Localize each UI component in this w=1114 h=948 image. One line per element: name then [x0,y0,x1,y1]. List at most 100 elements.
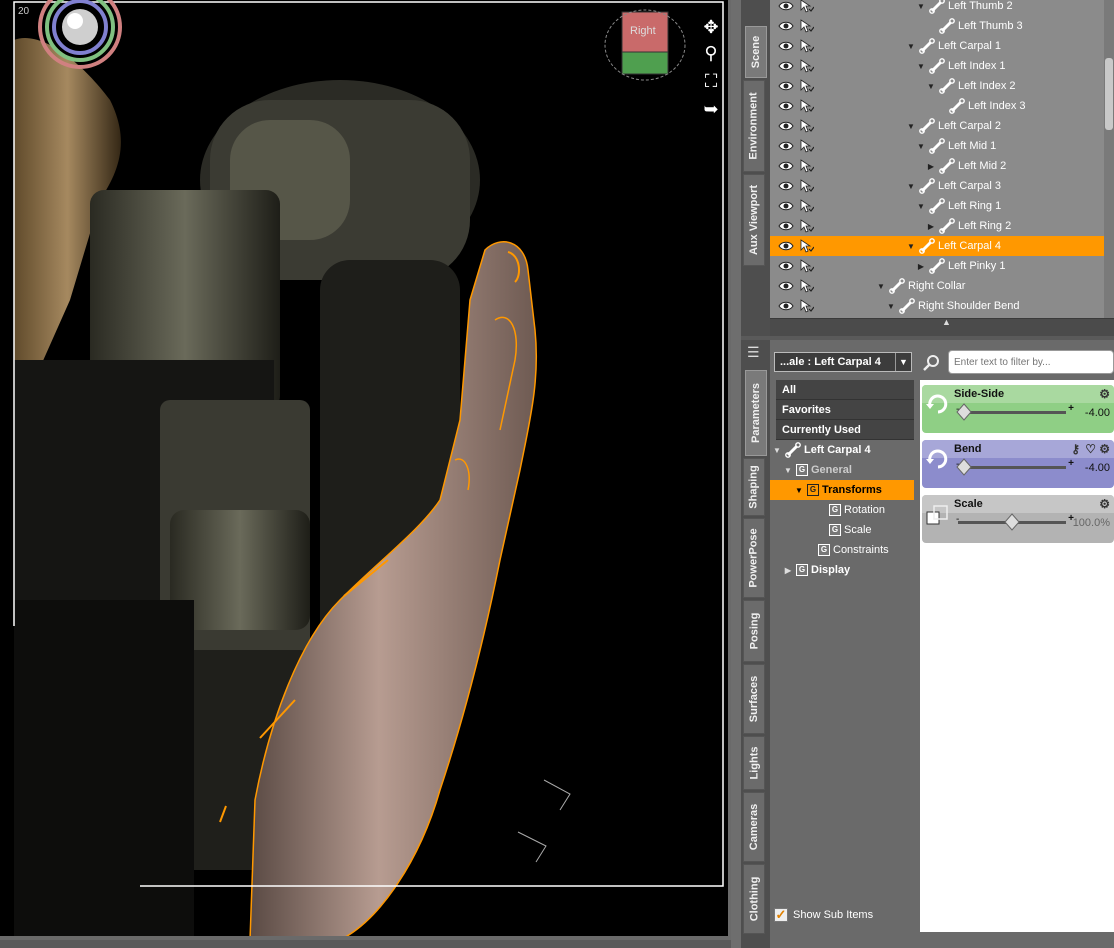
selectable-icon[interactable] [800,99,815,113]
tree-row[interactable]: ▼ Left Carpal 2 [770,116,1104,136]
eye-icon[interactable] [778,160,794,172]
tree-row[interactable]: ▶ Left Mid 2 [770,156,1104,176]
slider-value[interactable]: 100.0% [1073,517,1110,529]
category-item[interactable]: All [776,380,914,400]
eye-icon[interactable] [778,20,794,32]
increment-icon[interactable]: + [1068,403,1074,414]
tree-node[interactable]: ▼ Left Mid 1 [916,138,996,154]
selectable-icon[interactable] [800,79,815,93]
slider-bend[interactable]: Bend ⚙ ♡ ⚷ - + -4.00 [922,440,1114,488]
tree-row[interactable]: ▼ Left Index 1 [770,56,1104,76]
tree-node[interactable]: ▼ Left Index 1 [916,58,1006,74]
gear-icon[interactable]: ⚙ [1099,440,1110,458]
filter-input[interactable] [948,350,1114,374]
selectable-icon[interactable] [800,279,815,293]
expand-down-icon[interactable]: ▼ [916,2,926,11]
expand-down-icon[interactable]: ▼ [906,242,916,251]
tree-node[interactable]: Left Index 3 [936,98,1026,114]
expand-down-icon[interactable]: ▼ [906,182,916,191]
tab-clothing[interactable]: Clothing [743,864,765,934]
rotate-icon[interactable] [924,446,950,472]
tab-powerpose[interactable]: PowerPose [743,518,765,598]
tree-row[interactable]: ▼ Left Carpal 3 [770,176,1104,196]
expand-right-icon[interactable]: ▶ [916,262,926,271]
selectable-icon[interactable] [800,139,815,153]
tab-lights[interactable]: Lights [743,736,765,790]
lock-icon[interactable]: ⚷ [1071,440,1080,458]
slider-track[interactable] [958,466,1066,469]
selectable-icon[interactable] [800,59,815,73]
expand-down-icon[interactable]: ▼ [794,486,804,495]
slider-value[interactable]: -4.00 [1085,407,1110,419]
slider-track[interactable] [958,411,1066,414]
expand-down-icon[interactable]: ▼ [783,466,793,475]
checkbox-checked-icon[interactable]: ✓ [774,908,788,922]
tree-row[interactable]: ▼ Left Thumb 2 [770,0,1104,16]
property-group[interactable]: G Constraints [770,540,914,560]
slider-body[interactable]: - +100.0% [922,505,1114,543]
eye-icon[interactable] [778,80,794,92]
slider-body[interactable]: - + -4.00 [922,449,1114,488]
node-selector[interactable]: ...ale : Left Carpal 4 ▼ [774,352,912,372]
expand-down-icon[interactable]: ▼ [916,202,926,211]
tree-node[interactable]: ▼ Left Ring 1 [916,198,1001,214]
property-group[interactable]: ▼ Left Carpal 4 [770,440,914,460]
tree-node[interactable]: ▼ Left Carpal 1 [906,38,1001,54]
selectable-icon[interactable] [800,39,815,53]
expand-down-icon[interactable]: ▼ [916,62,926,71]
tree-row[interactable]: ▼ Left Carpal 1 [770,36,1104,56]
selectable-icon[interactable] [800,19,815,33]
increment-icon[interactable]: + [1068,458,1074,469]
tree-node[interactable]: ▼ Right Shoulder Bend [886,298,1020,314]
tree-node[interactable]: ▼ Left Carpal 2 [906,118,1001,134]
expand-right-icon[interactable]: ▶ [926,222,936,231]
3d-viewport[interactable]: 20 Right ✥ ⚲ ⛶ ➥ [0,0,731,940]
property-group[interactable]: ▼ G Transforms [770,480,914,500]
category-item[interactable]: Favorites [776,400,914,420]
selectable-icon[interactable] [800,159,815,173]
rotate-icon[interactable] [924,391,950,417]
chevron-down-icon[interactable]: ▼ [895,353,911,371]
scene-tree[interactable]: ▼ Left Thumb 2 Left Thumb 3 ▼ Left Carpal 1 ▼… [770,0,1114,318]
tree-node[interactable]: ▶ Left Pinky 1 [916,258,1005,274]
eye-icon[interactable] [778,220,794,232]
slider-scale[interactable]: Scale ⚙ - +100.0% [922,495,1114,543]
gear-icon[interactable]: ⚙ [1099,385,1110,403]
tab-cameras[interactable]: Cameras [743,792,765,862]
tab-environment[interactable]: Environment [743,80,765,172]
tree-node[interactable]: ▼ Left Thumb 2 [916,0,1013,14]
scale-icon[interactable] [924,503,950,529]
tree-row[interactable]: ▼ Left Index 2 [770,76,1104,96]
nav-cube-label[interactable]: Right [630,25,656,37]
tree-node[interactable]: ▶ Left Ring 2 [926,218,1011,234]
expand-down-icon[interactable]: ▼ [886,302,896,311]
tab-surfaces[interactable]: Surfaces [743,664,765,734]
tab-posing[interactable]: Posing [743,600,765,662]
tree-row[interactable]: ▼ Left Mid 1 [770,136,1104,156]
selectable-icon[interactable] [800,239,815,253]
scrollbar[interactable] [1104,0,1114,318]
pane-divider[interactable] [731,0,741,948]
slider-side-side[interactable]: Side-Side ⚙ - + -4.00 [922,385,1114,433]
eye-icon[interactable] [778,60,794,72]
eye-icon[interactable] [778,120,794,132]
property-group[interactable]: G Scale [770,520,914,540]
tree-node[interactable]: Left Thumb 3 [926,18,1023,34]
tree-row[interactable]: ▼ Right Shoulder Bend [770,296,1104,316]
eye-icon[interactable] [778,280,794,292]
eye-icon[interactable] [778,180,794,192]
eye-icon[interactable] [778,40,794,52]
tree-row[interactable]: ▼ Right Collar [770,276,1104,296]
tab-shaping[interactable]: Shaping [743,458,765,516]
heart-icon[interactable]: ♡ [1085,440,1096,458]
tab-parameters[interactable]: Parameters [745,370,767,456]
expand-down-icon[interactable]: ▼ [916,142,926,151]
tree-node[interactable]: ▼ Left Index 2 [926,78,1016,94]
selectable-icon[interactable] [800,219,815,233]
property-group[interactable]: G Rotation [770,500,914,520]
eye-icon[interactable] [778,200,794,212]
slider-knob[interactable] [956,458,973,476]
slider-value[interactable]: -4.00 [1085,462,1110,474]
eye-icon[interactable] [778,300,794,312]
selectable-icon[interactable] [800,259,815,273]
